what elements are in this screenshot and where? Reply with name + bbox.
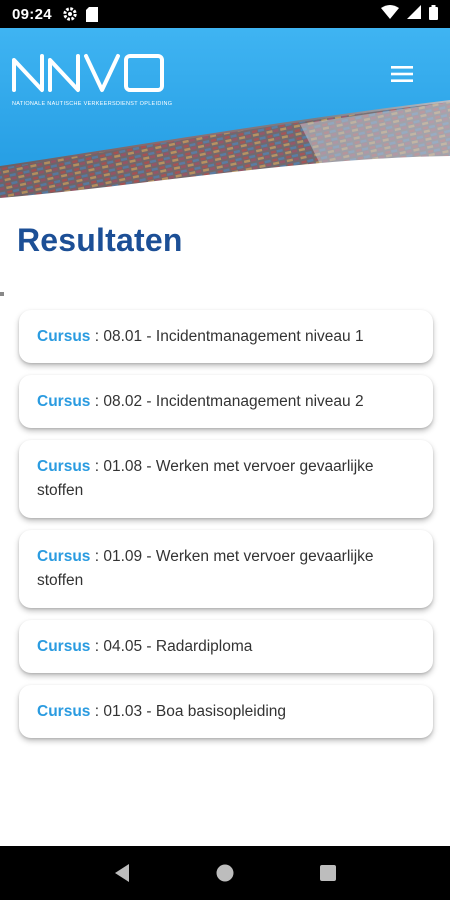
result-text: Cursus : 08.01 - Incidentmanagement nive… <box>37 327 364 345</box>
scroll-edge-marker <box>0 292 4 296</box>
nnvo-logo <box>10 50 166 99</box>
result-label: Cursus <box>37 702 91 720</box>
result-course: 08.01 - Incidentmanagement niveau 1 <box>103 327 364 345</box>
result-label: Cursus <box>37 458 91 475</box>
result-text: Cursus : 01.09 - Werken met vervoer geva… <box>37 548 374 589</box>
status-bar: 09:24 <box>0 0 450 28</box>
result-card[interactable]: Cursus : 01.08 - Werken met vervoer geva… <box>19 440 433 518</box>
result-text: Cursus : 01.03 - Boa basisopleiding <box>37 702 287 720</box>
system-nav-bar <box>0 846 450 900</box>
result-card[interactable]: Cursus : 01.03 - Boa basisopleiding <box>19 685 433 738</box>
result-card[interactable]: Cursus : 01.09 - Werken met vervoer geva… <box>19 530 433 608</box>
results-list: Cursus : 08.01 - Incidentmanagement nive… <box>19 310 433 750</box>
home-circle-icon <box>216 864 234 882</box>
logo-subtitle: NATIONALE NAUTISCHE VERKEERSDIENST OPLEI… <box>12 101 173 107</box>
result-label: Cursus <box>37 327 91 345</box>
app-header: NATIONALE NAUTISCHE VERKEERSDIENST OPLEI… <box>0 28 450 208</box>
status-time: 09:24 <box>12 5 52 23</box>
result-text: Cursus : 08.02 - Incidentmanagement nive… <box>37 392 364 410</box>
result-card[interactable]: Cursus : 08.01 - Incidentmanagement nive… <box>19 310 433 363</box>
hamburger-menu-button[interactable] <box>380 56 424 92</box>
result-label: Cursus <box>37 548 91 565</box>
hamburger-icon <box>391 66 413 82</box>
settings-gear-icon <box>62 6 78 22</box>
result-label: Cursus <box>37 392 91 410</box>
page-title: Resultaten <box>17 222 183 258</box>
result-course: 04.05 - Radardiploma <box>103 637 253 655</box>
recents-square-icon <box>320 865 337 881</box>
result-card[interactable]: Cursus : 04.05 - Radardiploma <box>19 620 433 673</box>
back-triangle-icon <box>114 864 129 882</box>
result-text: Cursus : 01.08 - Werken met vervoer geva… <box>37 458 374 499</box>
result-text: Cursus : 04.05 - Radardiploma <box>37 637 253 655</box>
result-course: 01.03 - Boa basisopleiding <box>103 702 287 720</box>
back-button[interactable] <box>102 853 142 893</box>
result-card[interactable]: Cursus : 08.02 - Incidentmanagement nive… <box>19 375 433 428</box>
result-course: 08.02 - Incidentmanagement niveau 2 <box>103 392 364 410</box>
wifi-icon <box>381 5 399 23</box>
recents-button[interactable] <box>308 853 348 893</box>
signal-icon <box>407 5 421 23</box>
battery-icon <box>429 4 438 24</box>
result-label: Cursus <box>37 637 91 655</box>
sd-card-icon <box>85 6 98 22</box>
home-button[interactable] <box>205 853 245 893</box>
